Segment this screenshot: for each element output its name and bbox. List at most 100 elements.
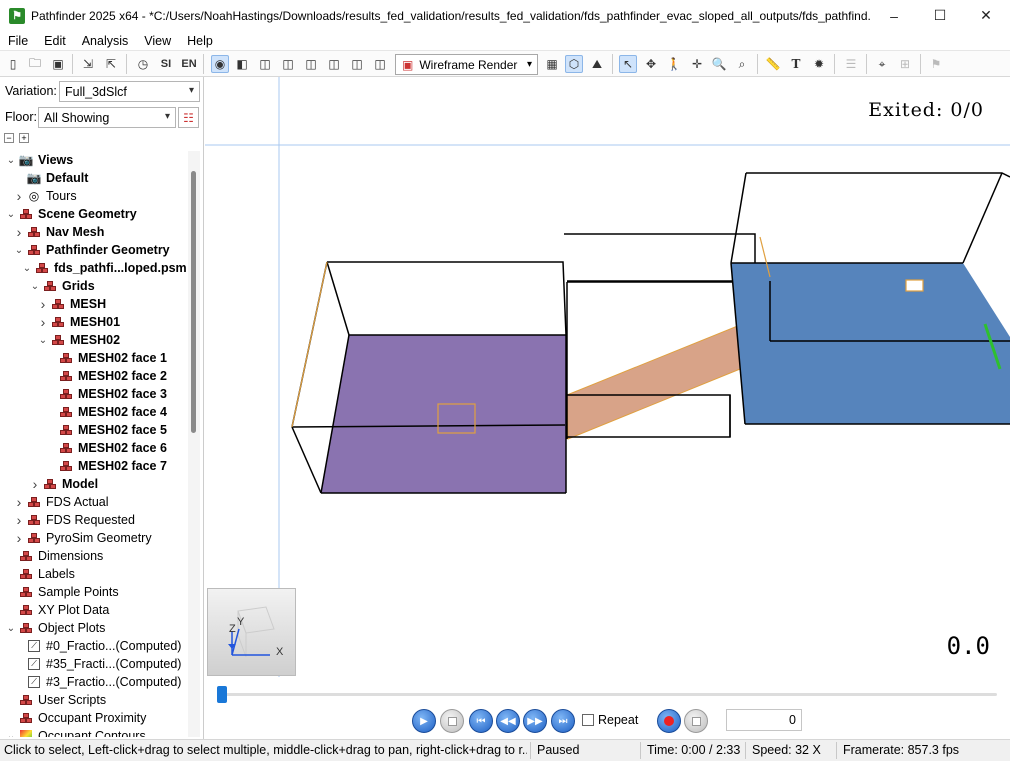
tree-item[interactable]: › MESH01 xyxy=(36,313,120,331)
menu-help[interactable]: Help xyxy=(179,34,221,48)
tree-item[interactable]: XY Plot Data xyxy=(4,601,109,619)
tree-item[interactable]: MESH02 face 3 xyxy=(44,385,167,403)
tree-item[interactable]: ⌄ 📷 Views xyxy=(4,151,73,169)
minimize-button[interactable]: – xyxy=(871,0,917,31)
maximize-button[interactable]: ☐ xyxy=(917,0,963,31)
select-icon[interactable]: ↖ xyxy=(619,55,637,73)
close-button[interactable]: ✕ xyxy=(963,0,1009,31)
3d-viewport[interactable]: Exited: 0/0 0.0 X Y Z xyxy=(205,77,1010,741)
box2-icon[interactable]: ◫ xyxy=(279,55,297,73)
import-icon[interactable]: ⇲ xyxy=(79,55,97,73)
floor-select[interactable]: All Showing ▾ xyxy=(38,107,176,128)
last-frame-button[interactable]: ⏭ xyxy=(551,709,575,733)
chevron-down-icon[interactable]: ⌄ xyxy=(4,623,18,634)
settings-icon[interactable]: ✹ xyxy=(810,55,828,73)
chevron-down-icon[interactable]: ⌄ xyxy=(4,209,18,220)
tree-scrollbar[interactable] xyxy=(188,151,200,737)
tree-item[interactable]: ⌄ Occupant Contours xyxy=(4,727,146,737)
tree-item[interactable]: MESH02 face 6 xyxy=(44,439,167,457)
fit-icon[interactable]: ⊞ xyxy=(896,55,914,73)
chevron-right-icon[interactable]: › xyxy=(12,512,26,528)
tree-item[interactable]: › ◎ Tours xyxy=(12,187,77,205)
chevron-down-icon[interactable]: ⌄ xyxy=(36,335,50,346)
tree-item[interactable]: User Scripts xyxy=(4,691,106,709)
timeline-slider[interactable] xyxy=(217,686,227,703)
en-units-button[interactable]: EN xyxy=(180,55,198,73)
chevron-down-icon[interactable]: ⌄ xyxy=(28,281,42,292)
tree-item[interactable]: › MESH xyxy=(36,295,106,313)
chevron-right-icon[interactable]: › xyxy=(12,494,26,510)
collapse-all-icon[interactable]: − xyxy=(4,133,14,143)
box6-icon[interactable]: ◫ xyxy=(371,55,389,73)
box4-icon[interactable]: ◫ xyxy=(325,55,343,73)
expand-all-icon[interactable]: + xyxy=(19,133,29,143)
zoom-icon[interactable]: 🔍 xyxy=(710,55,728,73)
tree-item[interactable]: MESH02 face 1 xyxy=(44,349,167,367)
terrain-icon[interactable]: ⛰ xyxy=(588,55,606,73)
tree-item[interactable]: ⟋ #35_Fracti...(Computed) xyxy=(12,655,181,673)
box5-icon[interactable]: ◫ xyxy=(348,55,366,73)
chevron-right-icon[interactable]: › xyxy=(12,188,26,204)
tree-item[interactable]: MESH02 face 2 xyxy=(44,367,167,385)
tree-item[interactable]: Occupant Proximity xyxy=(4,709,146,727)
menu-view[interactable]: View xyxy=(136,34,179,48)
tree-item[interactable]: ⌄ Scene Geometry xyxy=(4,205,137,223)
step-back-button[interactable]: ◀◀ xyxy=(496,709,520,733)
tree-item[interactable]: ⌄ Grids xyxy=(28,277,95,295)
open-icon[interactable]: 🗀 xyxy=(26,55,44,73)
record-button[interactable] xyxy=(657,709,681,733)
chevron-down-icon[interactable]: ⌄ xyxy=(4,731,18,738)
chevron-down-icon[interactable]: ⌄ xyxy=(12,245,26,256)
chevron-right-icon[interactable]: › xyxy=(12,224,26,240)
pan-icon[interactable]: ✛ xyxy=(688,55,706,73)
chevron-right-icon[interactable]: › xyxy=(28,476,42,492)
tree-item[interactable]: Sample Points xyxy=(4,583,119,601)
chevron-down-icon[interactable]: ⌄ xyxy=(20,263,34,274)
play-button[interactable]: ▶ xyxy=(412,709,436,733)
menu-file[interactable]: File xyxy=(0,34,36,48)
save-icon[interactable]: ▣ xyxy=(49,55,67,73)
render-mode-select[interactable]: ▣ Wireframe Render ▾ xyxy=(395,54,538,75)
record-stop-button[interactable] xyxy=(684,709,708,733)
tree-item[interactable]: › Model xyxy=(28,475,98,493)
variation-select[interactable]: Full_3dSlcf ▾ xyxy=(59,81,200,102)
text-icon[interactable]: T xyxy=(787,55,805,73)
chevron-down-icon[interactable]: ⌄ xyxy=(4,155,18,166)
export-icon[interactable]: ⇱ xyxy=(102,55,120,73)
walk-icon[interactable]: 🚶 xyxy=(665,55,683,73)
zoom-box-icon[interactable]: ⌕ xyxy=(733,55,751,73)
tree-item[interactable]: MESH02 face 4 xyxy=(44,403,167,421)
checkbox-box[interactable] xyxy=(582,714,594,726)
timeline-track[interactable] xyxy=(217,693,997,696)
si-units-button[interactable]: SI xyxy=(157,55,175,73)
box3-icon[interactable]: ◫ xyxy=(302,55,320,73)
box1-icon[interactable]: ◫ xyxy=(256,55,274,73)
tree-item[interactable]: MESH02 face 5 xyxy=(44,421,167,439)
tree-item[interactable]: ⟋ #3_Fractio...(Computed) xyxy=(12,673,181,691)
center-icon[interactable]: ⌖ xyxy=(873,55,891,73)
first-frame-button[interactable]: ⏮ xyxy=(469,709,493,733)
repeat-checkbox[interactable]: Repeat xyxy=(582,713,638,727)
tree-item[interactable]: ⌄ fds_pathfi...loped.psm xyxy=(20,259,187,277)
chevron-right-icon[interactable]: › xyxy=(12,530,26,546)
chevron-right-icon[interactable]: › xyxy=(36,314,50,330)
menu-analysis[interactable]: Analysis xyxy=(74,34,137,48)
view-icon[interactable]: ◉ xyxy=(211,55,229,73)
frame-input[interactable]: 0 xyxy=(726,709,802,731)
tree-item[interactable]: ⌄ MESH02 xyxy=(36,331,120,349)
tree-item[interactable]: › FDS Requested xyxy=(12,511,135,529)
chevron-right-icon[interactable]: › xyxy=(36,296,50,312)
filter-icon[interactable]: ☰ xyxy=(842,55,860,73)
scrollbar-thumb[interactable] xyxy=(191,171,196,433)
view2-icon[interactable]: ◧ xyxy=(233,55,251,73)
wire-icon[interactable]: ⬡ xyxy=(565,55,583,73)
measure-icon[interactable]: 📏 xyxy=(764,55,782,73)
stop-button[interactable] xyxy=(440,709,464,733)
tree-item[interactable]: Dimensions xyxy=(4,547,103,565)
tree-item[interactable]: › FDS Actual xyxy=(12,493,109,511)
tree-item[interactable]: ⌄ Object Plots xyxy=(4,619,106,637)
tree-item[interactable]: Labels xyxy=(4,565,75,583)
menu-edit[interactable]: Edit xyxy=(36,34,74,48)
new-icon[interactable]: ▯ xyxy=(4,55,22,73)
tree-item[interactable]: 📷 Default xyxy=(12,169,89,187)
